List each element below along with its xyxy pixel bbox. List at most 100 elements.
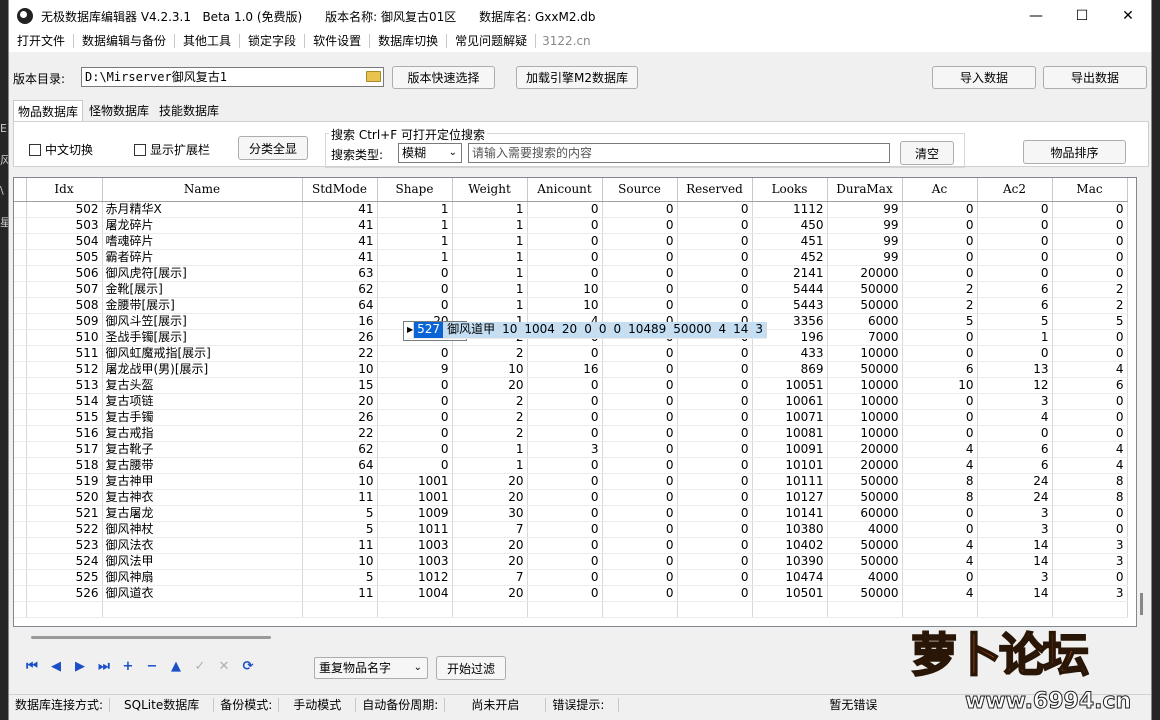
table-row[interactable]: 504 嗜魂碎片 41 1 1 0 0 0 451 99 0 0 0 [14,233,1128,250]
table-cell[interactable]: 30 [452,505,528,522]
table-cell[interactable]: 60000 [827,505,903,522]
table-cell[interactable]: 450 [752,217,828,234]
table-cell[interactable]: 4000 [827,569,903,586]
confirm-icon[interactable]: ✓ [192,658,208,674]
row-header[interactable] [14,537,27,554]
dir-path-field[interactable]: D:\Mirserver御风复古1 [81,67,384,87]
table-cell[interactable]: 0 [527,537,603,554]
table-cell[interactable]: 0 [602,377,678,394]
category-all-button[interactable]: 分类全显 [238,136,308,160]
table-cell[interactable]: 10 [902,377,978,394]
table-cell[interactable]: 10000 [827,377,903,394]
table-cell[interactable]: 527 [413,322,445,339]
column-header[interactable]: Idx [26,178,103,202]
table-cell[interactable]: 10474 [752,569,828,586]
table-cell[interactable]: 522 [26,521,103,538]
table-row[interactable]: 502 赤月精华X 41 1 1 0 0 0 1112 99 0 0 0 [14,201,1128,218]
table-cell[interactable]: 复古头盔 [102,377,303,394]
table-cell[interactable]: 0 [377,425,453,442]
table-cell[interactable]: 0 [677,233,753,250]
table-cell[interactable]: 6000 [827,313,903,330]
table-cell[interactable]: 0 [602,393,678,410]
table-cell[interactable]: 7 [452,521,528,538]
table-cell[interactable]: 10000 [827,393,903,410]
next-icon[interactable]: ▶ [72,658,88,674]
table-cell[interactable]: 0 [527,585,603,602]
table-cell[interactable]: 4 [902,457,978,474]
table-cell[interactable]: 41 [302,217,378,234]
table-cell[interactable]: 20 [302,393,378,410]
table-cell[interactable]: 10 [527,281,603,298]
last-icon[interactable]: ⏭ [96,658,112,674]
table-cell[interactable]: 0 [527,345,603,362]
table-cell[interactable]: 10081 [752,425,828,442]
table-cell[interactable]: 3 [751,322,768,339]
table-cell[interactable]: 14 [977,553,1053,570]
row-header[interactable] [14,361,27,378]
column-header[interactable]: Shape [377,178,453,202]
table-cell[interactable]: 503 [26,217,103,234]
table-cell[interactable]: 0 [377,393,453,410]
table-row[interactable]: 520 复古神衣 11 1001 20 0 0 0 10127 50000 8 24 8 [14,489,1128,506]
table-cell[interactable]: 41 [302,249,378,266]
table-cell[interactable]: 0 [677,569,753,586]
tab-items[interactable]: 物品数据库 [13,100,84,122]
table-cell[interactable]: 0 [527,377,603,394]
row-header[interactable] [14,489,27,506]
table-cell[interactable]: 0 [902,345,978,362]
table-cell[interactable]: 御风道甲 [443,322,500,339]
table-cell[interactable]: 3 [527,441,603,458]
table-cell[interactable]: 6 [902,361,978,378]
column-header[interactable]: Name [102,178,303,202]
table-cell[interactable]: 1009 [377,505,453,522]
table-cell[interactable]: 0 [902,201,978,218]
table-cell[interactable]: 0 [377,441,453,458]
table-cell[interactable]: 0 [602,537,678,554]
tab-monsters[interactable]: 怪物数据库 [85,100,153,122]
table-cell[interactable]: 嗜魂碎片 [102,233,303,250]
table-cell[interactable]: 御风虹魔戒指[展示] [102,345,303,362]
table-cell[interactable]: 复古戒指 [102,425,303,442]
table-cell[interactable]: 0 [377,281,453,298]
column-header[interactable]: Weight [452,178,528,202]
table-cell[interactable]: 0 [902,393,978,410]
table-cell[interactable]: 451 [752,233,828,250]
add-icon[interactable]: + [120,658,136,674]
table-cell[interactable]: 20 [452,377,528,394]
show-ext-checkbox[interactable]: 显示扩展栏 [134,141,210,158]
table-cell[interactable]: 0 [1052,521,1128,538]
table-cell[interactable]: 10380 [752,521,828,538]
table-cell[interactable]: 516 [26,425,103,442]
column-header[interactable]: Anicount [527,178,603,202]
table-cell[interactable]: 506 [26,265,103,282]
table-cell[interactable]: 0 [977,217,1053,234]
row-header[interactable]: ▶ [407,322,415,339]
load-engine-button[interactable]: 加载引擎M2数据库 [516,66,638,89]
up-icon[interactable]: ▲ [168,658,184,674]
table-cell[interactable]: 20000 [827,265,903,282]
table-row[interactable]: 507 金靴[展示] 62 0 1 10 0 0 5444 50000 2 6 2 [14,281,1128,298]
table-cell[interactable]: 0 [602,585,678,602]
cancel-icon[interactable]: ✕ [216,658,232,674]
table-cell[interactable]: 金腰带[展示] [102,297,303,314]
table-cell[interactable]: 0 [977,265,1053,282]
export-button[interactable]: 导出数据 [1043,66,1147,89]
table-cell[interactable]: 0 [527,473,603,490]
table-cell[interactable]: 0 [677,537,753,554]
table-cell[interactable]: 0 [1052,505,1128,522]
table-cell[interactable]: 1 [977,329,1053,346]
table-cell[interactable]: 霸者碎片 [102,249,303,266]
table-cell[interactable]: 金靴[展示] [102,281,303,298]
table-cell[interactable]: 0 [602,345,678,362]
table-row[interactable]: 524 御风法甲 10 1003 20 0 0 0 10390 50000 4 14 3 [14,553,1128,570]
table-row[interactable]: 525 御风神扇 5 1012 7 0 0 0 10474 4000 0 3 0 [14,569,1128,586]
table-cell[interactable]: 4 [1052,441,1128,458]
row-header[interactable] [14,585,27,602]
table-cell[interactable]: 复古神衣 [102,489,303,506]
table-cell[interactable]: 0 [527,425,603,442]
table-cell[interactable]: 2 [452,345,528,362]
table-cell[interactable]: 0 [977,425,1053,442]
table-cell[interactable]: 赤月精华X [102,201,303,218]
table-cell[interactable]: 15 [302,377,378,394]
table-cell[interactable]: 0 [595,322,611,339]
